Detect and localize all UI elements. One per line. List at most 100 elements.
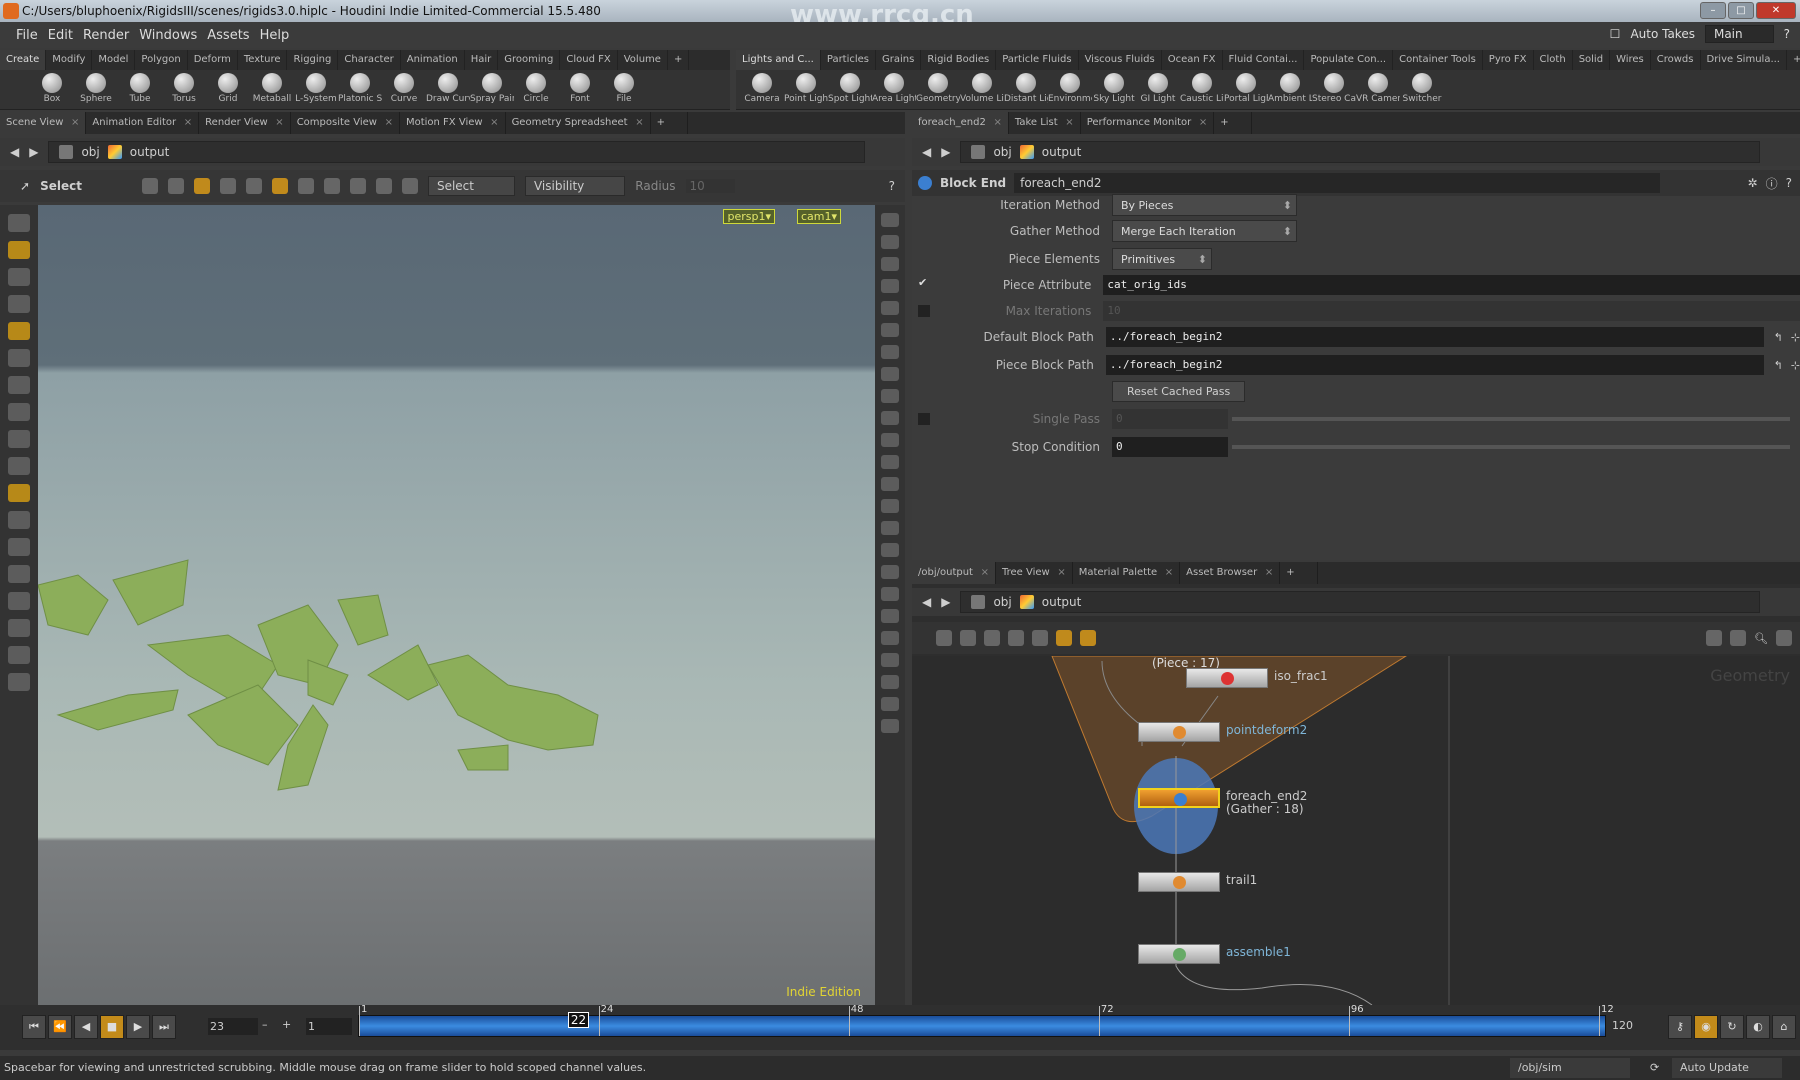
tab-tree-view[interactable]: Tree View ×: [996, 562, 1073, 584]
realtime-toggle[interactable]: ◉: [1694, 1015, 1718, 1039]
stop-button[interactable]: ■: [100, 1015, 124, 1039]
laser-select-icon[interactable]: [349, 178, 366, 194]
end-frame-field[interactable]: 120: [1612, 1019, 1633, 1032]
shelf-tool-vr-camera[interactable]: VR Camera: [1356, 70, 1400, 110]
maximize-button[interactable]: □: [1728, 2, 1754, 19]
shelf-tool-platonic-sol[interactable]: Platonic Sol...: [338, 70, 382, 110]
display-option-icon[interactable]: [881, 631, 899, 645]
display-option-icon[interactable]: [881, 587, 899, 601]
shelf-tool-torus[interactable]: Torus: [162, 70, 206, 110]
close-tab-icon[interactable]: ×: [1265, 562, 1273, 584]
shelf-tab-hair[interactable]: Hair: [465, 50, 499, 70]
key-icon[interactable]: ⚷: [1668, 1015, 1692, 1039]
frame-slider[interactable]: 1 24 48 72 96 12 22: [358, 1004, 1614, 1037]
viewport-tool-icon[interactable]: [8, 322, 30, 340]
shelf-tab-animation[interactable]: Animation: [401, 50, 465, 70]
select-mode-dropdown[interactable]: Select: [427, 176, 515, 196]
shelf-tool-environmen[interactable]: Environmen...: [1048, 70, 1092, 110]
param-menu[interactable]: Primitives: [1112, 248, 1212, 271]
path-bar[interactable]: obj output: [960, 591, 1760, 613]
audio-icon[interactable]: ◐: [1746, 1015, 1770, 1039]
path-obj[interactable]: obj: [993, 595, 1011, 609]
param-menu[interactable]: By Pieces: [1112, 194, 1297, 217]
viewport-tool-icon[interactable]: [8, 349, 30, 367]
param-field[interactable]: ../foreach_begin2: [1105, 327, 1764, 347]
shelf-tool-stereo-cam[interactable]: Stereo Cam...: [1312, 70, 1356, 110]
close-tab-icon[interactable]: ×: [981, 562, 989, 584]
shelf-tool-camera[interactable]: Camera: [740, 70, 784, 110]
node-chooser-icon[interactable]: ⊹: [1791, 331, 1800, 344]
sticky-note-icon[interactable]: [1056, 630, 1072, 646]
tab-obj-output[interactable]: /obj/output ×: [912, 562, 996, 584]
shelf-tab-rigging[interactable]: Rigging: [287, 50, 339, 70]
refresh-icon[interactable]: ⟳: [1650, 1056, 1659, 1080]
secure-select-icon[interactable]: [401, 178, 418, 194]
display-option-icon[interactable]: [881, 565, 899, 579]
viewport-tool-icon[interactable]: [8, 403, 30, 421]
shelf-tab-drive-simula[interactable]: Drive Simula...: [1701, 50, 1787, 70]
shelf-tool-gi-light[interactable]: GI Light: [1136, 70, 1180, 110]
color-palette-icon[interactable]: [1008, 630, 1024, 646]
viewport-tool-icon[interactable]: [8, 214, 30, 232]
play-reverse-button[interactable]: ◀: [74, 1015, 98, 1039]
param-menu[interactable]: Merge Each Iteration: [1112, 220, 1297, 243]
viewport-tool-icon[interactable]: [8, 565, 30, 583]
param-field[interactable]: ../foreach_begin2: [1105, 355, 1764, 375]
close-tab-icon[interactable]: ×: [184, 112, 192, 134]
global-anim-icon[interactable]: ⌂: [1772, 1015, 1796, 1039]
viewport-tool-icon[interactable]: [8, 484, 30, 502]
align-icon[interactable]: [1706, 630, 1723, 646]
shelf-tab-grains[interactable]: Grains: [876, 50, 922, 70]
node-pointdeform2[interactable]: [1138, 722, 1220, 742]
shelf-tab-ocean-fx[interactable]: Ocean FX: [1162, 50, 1223, 70]
frame-increment-button[interactable]: +: [282, 1018, 291, 1031]
node-chooser-icon[interactable]: ⊹: [1791, 359, 1800, 372]
tab-animation-editor[interactable]: Animation Editor ×: [86, 112, 200, 134]
shelf-tab-cloud-fx[interactable]: Cloud FX: [560, 50, 618, 70]
tab-render-view[interactable]: Render View ×: [199, 112, 291, 134]
shelf-tab-container-tools[interactable]: Container Tools: [1393, 50, 1483, 70]
help-icon[interactable]: ?: [889, 179, 895, 193]
menu-file[interactable]: File: [16, 28, 38, 43]
close-button[interactable]: ✕: [1756, 2, 1796, 19]
help-info-icon[interactable]: ⓘ: [1766, 175, 1778, 192]
pick-icon[interactable]: [375, 178, 392, 194]
node-graph[interactable]: (Piece : 17) iso_frac1 pointdeform2 foreac…: [912, 656, 1800, 1005]
shelf-tool-switcher[interactable]: Switcher: [1400, 70, 1444, 110]
gear-icon[interactable]: ✲: [1748, 176, 1758, 190]
tab-geometry-spreadsheet[interactable]: Geometry Spreadsheet ×: [506, 112, 651, 134]
path-output[interactable]: output: [1042, 595, 1082, 609]
shelf-tab-modify[interactable]: Modify: [46, 50, 93, 70]
menu-render[interactable]: Render: [83, 28, 129, 43]
close-tab-icon[interactable]: ×: [635, 112, 643, 134]
display-option-icon[interactable]: [881, 653, 899, 667]
shelf-tool-volume-light[interactable]: Volume Light: [960, 70, 1004, 110]
visibility-dropdown[interactable]: Visibility: [524, 176, 626, 196]
close-tab-icon[interactable]: ×: [1165, 562, 1173, 584]
param-field[interactable]: 10: [1103, 301, 1800, 321]
update-mode-dropdown[interactable]: Auto Update: [1672, 1058, 1782, 1078]
path-obj[interactable]: obj: [81, 145, 99, 159]
viewport-tool-icon[interactable]: [8, 430, 30, 448]
help-icon[interactable]: ?: [1784, 27, 1790, 41]
shelf-tab-volume[interactable]: Volume: [618, 50, 668, 70]
path-bar[interactable]: obj output: [960, 141, 1760, 163]
add-tab-button[interactable]: +: [1214, 112, 1252, 134]
point-select-icon[interactable]: [219, 178, 236, 194]
shelf-tool-distant-light[interactable]: Distant Light: [1004, 70, 1048, 110]
jump-to-node-icon[interactable]: ↰: [1774, 331, 1783, 344]
jump-start-button[interactable]: ⏮: [22, 1015, 46, 1039]
display-option-icon[interactable]: [881, 521, 899, 535]
shelf-tab-solid[interactable]: Solid: [1573, 50, 1611, 70]
param-slider[interactable]: [1232, 445, 1790, 449]
display-option-icon[interactable]: [881, 367, 899, 381]
shelf-tab-cloth[interactable]: Cloth: [1534, 50, 1573, 70]
viewport-tool-icon[interactable]: [8, 295, 30, 313]
param-field[interactable]: cat_orig_ids: [1103, 275, 1800, 295]
param-field[interactable]: 0: [1112, 437, 1228, 457]
display-option-icon[interactable]: [881, 697, 899, 711]
close-tab-icon[interactable]: ×: [275, 112, 283, 134]
back-icon[interactable]: ◀: [922, 595, 931, 609]
viewport-tool-icon[interactable]: [8, 376, 30, 394]
shelf-tool-sphere[interactable]: Sphere: [74, 70, 118, 110]
